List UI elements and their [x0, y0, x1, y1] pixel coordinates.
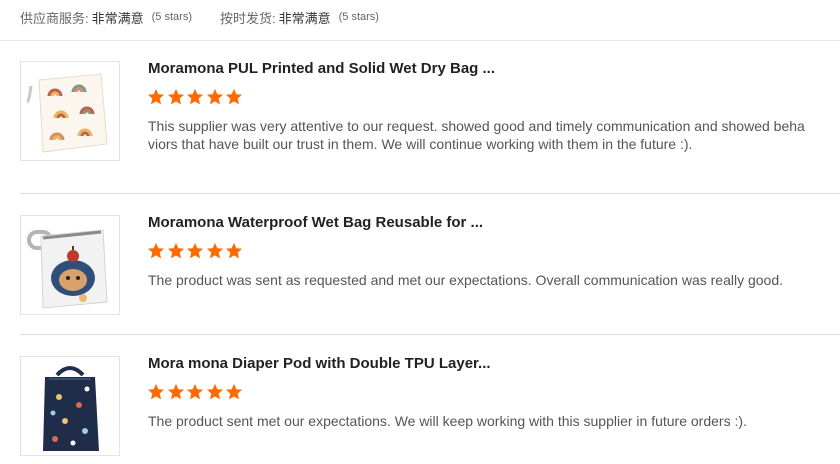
star-icon [186, 383, 204, 401]
review-comment: The product was sent as requested and me… [148, 272, 783, 288]
star-icon [186, 88, 204, 106]
review-comment: The product sent met our expectations. W… [148, 413, 747, 429]
service-rating: 供应商服务: 非常满意 (5 stars) [20, 8, 192, 27]
service-rating-label: 供应商服务: [20, 10, 89, 26]
star-icon [167, 383, 185, 401]
star-icon [225, 242, 243, 260]
star-icon [147, 242, 165, 260]
product-title-link[interactable]: Moramona Waterproof Wet Bag Reusable for… [148, 214, 483, 231]
hedgehog-print-wet-bag-icon [21, 216, 119, 314]
star-icon [167, 242, 185, 260]
navy-print-diaper-pod-icon [21, 357, 119, 455]
shipping-rating-stars: (5 stars) [338, 11, 379, 23]
star-icon [147, 88, 165, 106]
star-icon [225, 383, 243, 401]
product-title-link[interactable]: Mora mona Diaper Pod with Double TPU Lay… [148, 355, 491, 372]
review-divider [20, 193, 840, 194]
shipping-rating: 按时发货: 非常满意 (5 stars) [220, 8, 379, 27]
product-title-link[interactable]: Moramona PUL Printed and Solid Wet Dry B… [148, 60, 495, 77]
product-thumbnail[interactable] [20, 356, 120, 456]
review-rating [147, 242, 245, 260]
header-divider [0, 40, 840, 41]
star-icon [225, 88, 243, 106]
star-icon [167, 88, 185, 106]
star-icon [206, 242, 224, 260]
review-rating [147, 88, 245, 106]
shipping-rating-label: 按时发货: [219, 10, 276, 26]
service-rating-value: 非常满意 [91, 10, 144, 26]
star-icon [147, 383, 165, 401]
product-thumbnail[interactable] [20, 61, 120, 161]
shipping-rating-value: 非常满意 [278, 10, 331, 26]
supplier-rating-summary: 供应商服务: 非常满意 (5 stars) 按时发货: 非常满意 (5 star… [20, 0, 379, 34]
rainbow-print-wet-bag-icon [21, 62, 119, 160]
star-icon [206, 88, 224, 106]
review-divider [20, 334, 840, 335]
review-comment: This supplier was very attentive to our … [148, 118, 805, 152]
product-thumbnail[interactable] [20, 215, 120, 315]
review-rating [147, 383, 245, 401]
service-rating-stars: (5 stars) [151, 11, 192, 23]
star-icon [186, 242, 204, 260]
star-icon [206, 383, 224, 401]
